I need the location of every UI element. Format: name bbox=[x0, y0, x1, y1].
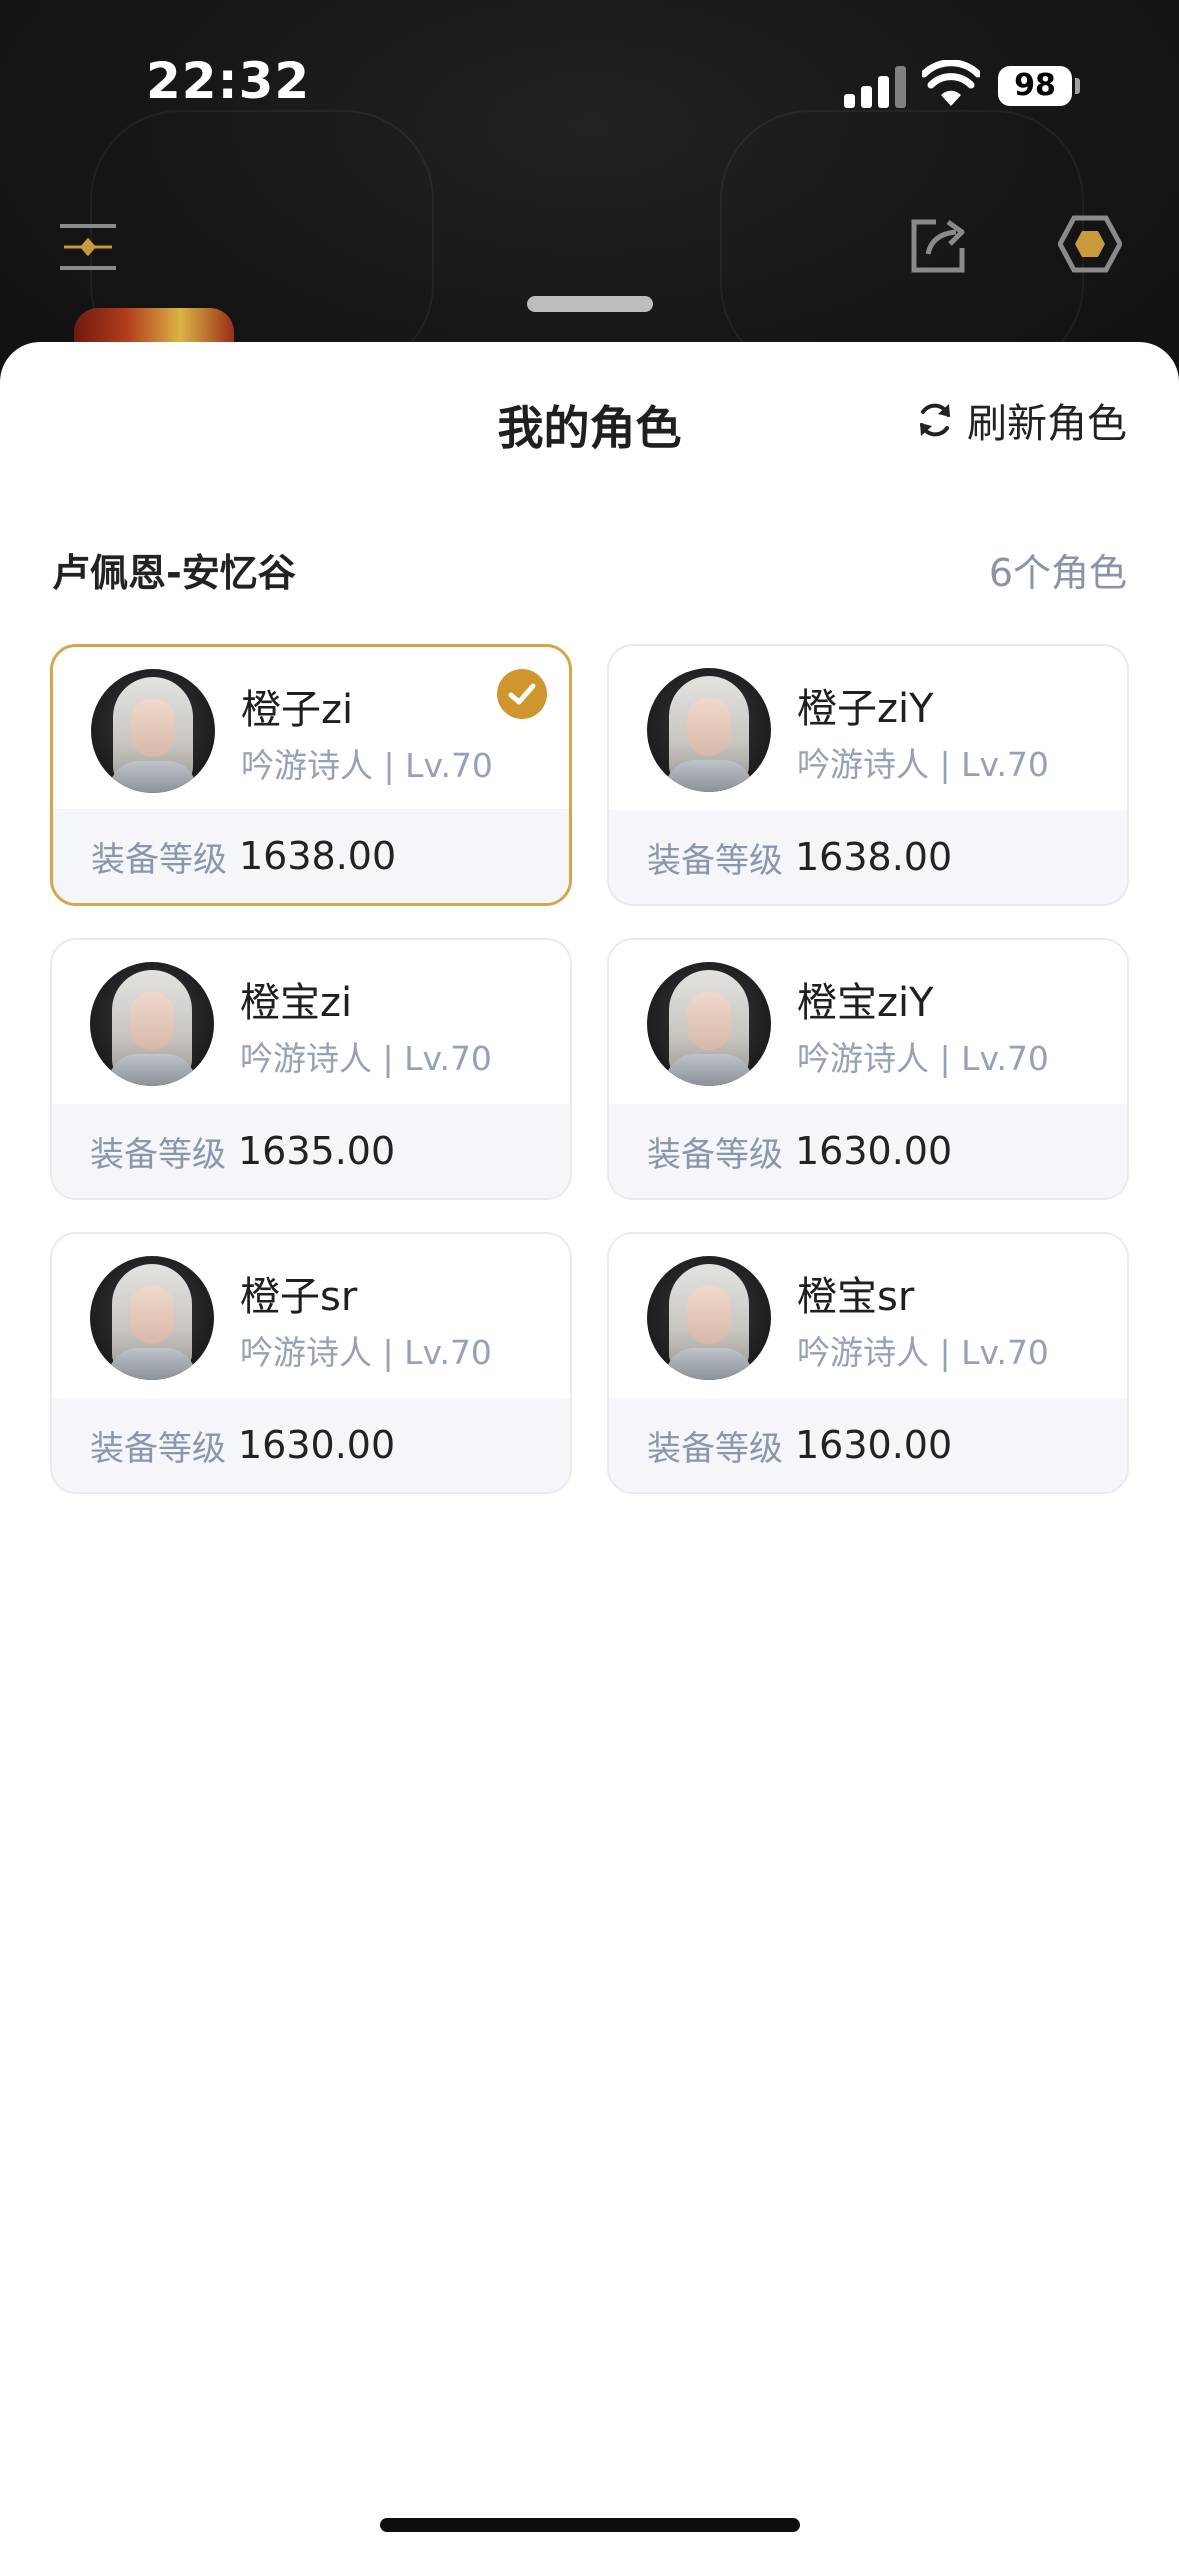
item-level-label: 装备等级 bbox=[90, 1134, 226, 1175]
home-indicator[interactable] bbox=[380, 2518, 800, 2532]
wifi-icon bbox=[922, 60, 980, 106]
item-level-label: 装备等级 bbox=[90, 1428, 226, 1469]
refresh-characters-button[interactable]: 刷新角色 bbox=[915, 392, 1127, 448]
character-card[interactable]: 橙子zi 吟游诗人 | Lv.70 装备等级 1638.00 bbox=[50, 644, 572, 906]
character-avatar bbox=[91, 669, 215, 793]
item-level-label: 装备等级 bbox=[647, 840, 783, 881]
character-grid: 橙子zi 吟游诗人 | Lv.70 装备等级 1638.00 橙子ziY 吟游诗… bbox=[50, 644, 1129, 1494]
character-card[interactable]: 橙宝zi 吟游诗人 | Lv.70 装备等级 1635.00 bbox=[50, 938, 572, 1200]
character-avatar bbox=[90, 962, 214, 1086]
item-level-value: 1638.00 bbox=[239, 834, 397, 878]
character-card[interactable]: 橙子sr 吟游诗人 | Lv.70 装备等级 1630.00 bbox=[50, 1232, 572, 1494]
character-name: 橙子sr bbox=[240, 1274, 358, 1320]
menu-filter-icon[interactable] bbox=[60, 220, 116, 274]
character-name: 橙宝ziY bbox=[797, 980, 934, 1026]
character-avatar bbox=[90, 1256, 214, 1380]
character-class-level: 吟游诗人 | Lv.70 bbox=[241, 746, 493, 785]
character-card[interactable]: 橙子ziY 吟游诗人 | Lv.70 装备等级 1638.00 bbox=[607, 644, 1129, 906]
selected-check-icon bbox=[497, 669, 547, 719]
character-name: 橙子zi bbox=[241, 687, 354, 733]
character-class-level: 吟游诗人 | Lv.70 bbox=[797, 1039, 1049, 1078]
character-card[interactable]: 橙宝ziY 吟游诗人 | Lv.70 装备等级 1630.00 bbox=[607, 938, 1129, 1200]
item-level-label: 装备等级 bbox=[91, 839, 227, 880]
item-level-value: 1630.00 bbox=[795, 1423, 953, 1467]
status-time: 22:32 bbox=[146, 52, 311, 110]
character-name: 橙宝sr bbox=[797, 1274, 915, 1320]
character-avatar bbox=[647, 668, 771, 792]
battery-tip bbox=[1075, 78, 1080, 94]
background-decoration bbox=[720, 110, 1084, 374]
server-name: 卢佩恩-安忆谷 bbox=[52, 551, 296, 595]
share-icon[interactable] bbox=[910, 214, 970, 274]
character-class-level: 吟游诗人 | Lv.70 bbox=[797, 745, 1049, 784]
character-name: 橙子ziY bbox=[797, 686, 934, 732]
my-characters-sheet: 我的角色 刷新角色 卢佩恩-安忆谷 6个角色 橙子zi 吟游诗人 | Lv.70… bbox=[0, 342, 1179, 2556]
character-class-level: 吟游诗人 | Lv.70 bbox=[240, 1333, 492, 1372]
character-class-level: 吟游诗人 | Lv.70 bbox=[240, 1039, 492, 1078]
cellular-signal-icon bbox=[844, 64, 906, 108]
battery-indicator: 98 bbox=[998, 66, 1072, 106]
refresh-label: 刷新角色 bbox=[967, 401, 1127, 447]
character-avatar bbox=[647, 962, 771, 1086]
item-level-value: 1635.00 bbox=[238, 1129, 396, 1173]
hexagon-settings-icon[interactable] bbox=[1058, 214, 1122, 274]
character-class-level: 吟游诗人 | Lv.70 bbox=[797, 1333, 1049, 1372]
item-level-value: 1630.00 bbox=[795, 1129, 953, 1173]
item-level-value: 1630.00 bbox=[238, 1423, 396, 1467]
character-count: 6个角色 bbox=[988, 551, 1127, 595]
character-avatar bbox=[647, 1256, 771, 1380]
character-name: 橙宝zi bbox=[240, 980, 353, 1026]
item-level-label: 装备等级 bbox=[647, 1428, 783, 1469]
character-card[interactable]: 橙宝sr 吟游诗人 | Lv.70 装备等级 1630.00 bbox=[607, 1232, 1129, 1494]
item-level-value: 1638.00 bbox=[795, 835, 953, 879]
sheet-grab-handle[interactable] bbox=[527, 296, 653, 312]
item-level-label: 装备等级 bbox=[647, 1134, 783, 1175]
refresh-icon bbox=[920, 403, 950, 437]
